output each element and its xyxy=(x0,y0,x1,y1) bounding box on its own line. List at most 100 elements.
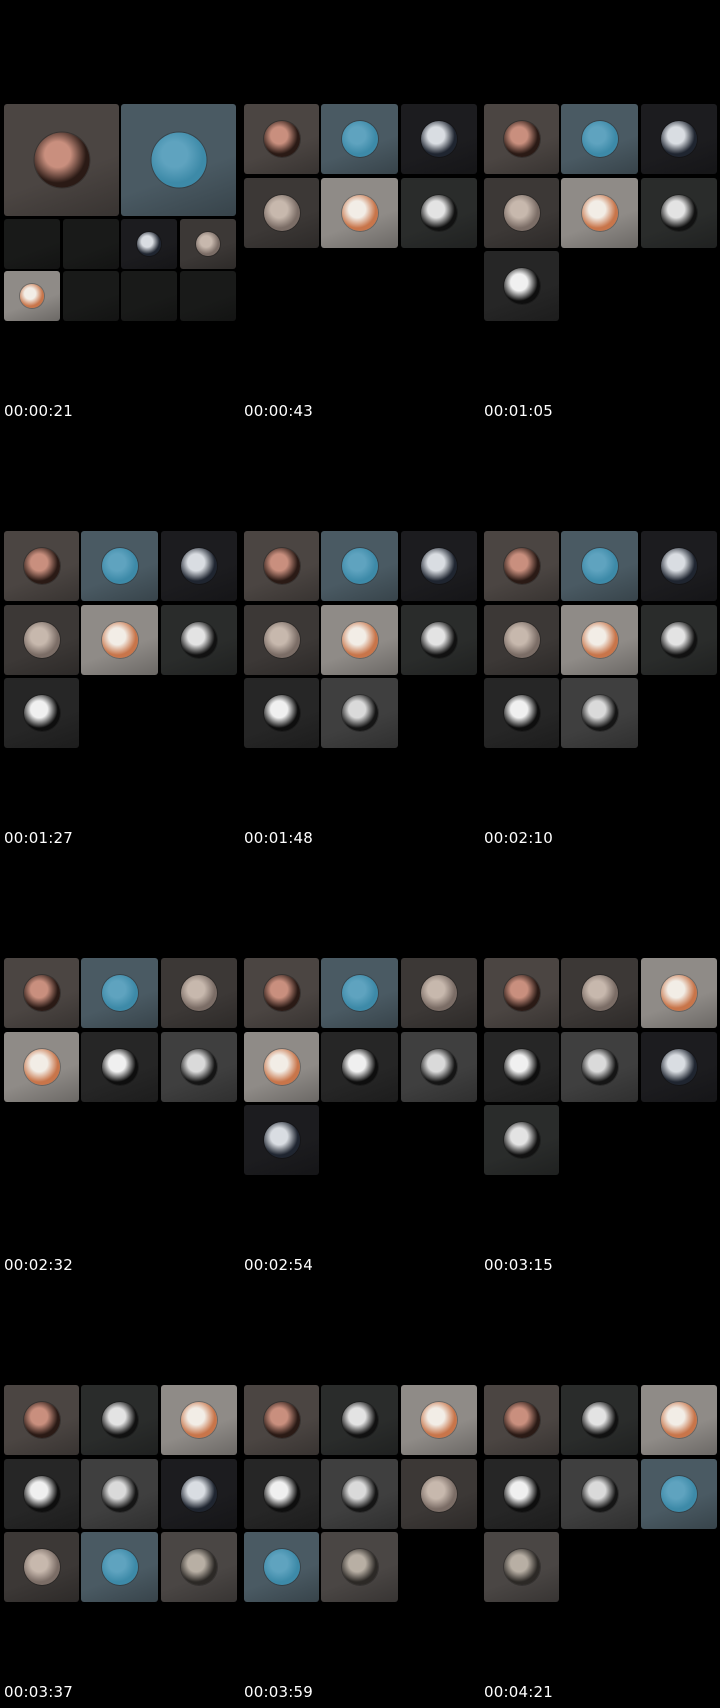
sea-avatar-icon xyxy=(341,121,378,157)
food-avatar-icon xyxy=(341,622,378,658)
participant-tile[interactable] xyxy=(81,1459,158,1529)
participant-tile[interactable] xyxy=(401,1385,477,1455)
participant-tile[interactable] xyxy=(321,178,398,248)
participant-tile[interactable] xyxy=(161,1385,237,1455)
participant-tile[interactable] xyxy=(244,104,319,174)
participant-tile[interactable] xyxy=(244,678,319,748)
arch-avatar-icon xyxy=(421,622,457,658)
participant-tile[interactable] xyxy=(401,958,477,1028)
participant-tile[interactable] xyxy=(244,605,319,675)
participant-tile[interactable] xyxy=(401,104,477,174)
participant-tile[interactable] xyxy=(244,178,319,248)
room-avatar-icon xyxy=(581,975,618,1011)
participant-tile[interactable] xyxy=(484,104,559,174)
participant-tile[interactable] xyxy=(4,271,60,321)
participant-tile[interactable] xyxy=(244,1032,319,1102)
participant-tile[interactable] xyxy=(561,1385,638,1455)
participant-tile[interactable] xyxy=(321,678,398,748)
participant-tile[interactable] xyxy=(484,958,559,1028)
participant-tile[interactable] xyxy=(244,1532,319,1602)
participant-tile[interactable] xyxy=(321,104,398,174)
participant-tile[interactable] xyxy=(161,1532,237,1602)
participant-tile[interactable] xyxy=(4,104,119,216)
participant-tile[interactable] xyxy=(401,531,477,601)
participant-tile[interactable] xyxy=(484,531,559,601)
participant-tile[interactable] xyxy=(561,104,638,174)
participant-tile[interactable] xyxy=(321,958,398,1028)
participant-tile[interactable] xyxy=(641,1032,717,1102)
participant-tile[interactable] xyxy=(484,1385,559,1455)
participant-tile[interactable] xyxy=(161,531,237,601)
participant-tile[interactable] xyxy=(81,531,158,601)
participant-tile[interactable] xyxy=(81,605,158,675)
participant-tile[interactable] xyxy=(484,605,559,675)
participant-tile[interactable] xyxy=(561,678,638,748)
participant-tile[interactable] xyxy=(4,531,79,601)
participant-tile[interactable] xyxy=(161,1032,237,1102)
participant-tile[interactable] xyxy=(321,531,398,601)
participant-tile[interactable] xyxy=(4,1032,79,1102)
participant-tile[interactable] xyxy=(484,678,559,748)
participant-tile[interactable] xyxy=(561,1459,638,1529)
participant-tile[interactable] xyxy=(81,958,158,1028)
participant-tile[interactable] xyxy=(484,178,559,248)
participant-tile[interactable] xyxy=(244,531,319,601)
room-avatar-icon xyxy=(503,622,540,658)
participant-tile[interactable] xyxy=(81,1385,158,1455)
frame-thumbnail: 00:01:48 xyxy=(240,531,477,850)
participant-tile[interactable] xyxy=(484,1105,559,1175)
participant-tile[interactable] xyxy=(180,219,236,269)
participant-tile[interactable] xyxy=(641,531,717,601)
frame-timestamp: 00:03:37 xyxy=(4,1683,73,1701)
participant-tile[interactable] xyxy=(4,605,79,675)
participant-tile[interactable] xyxy=(641,958,717,1028)
participant-tile[interactable] xyxy=(321,605,398,675)
participant-tile[interactable] xyxy=(401,1459,477,1529)
participant-tile[interactable] xyxy=(561,1032,638,1102)
participant-tile[interactable] xyxy=(161,1459,237,1529)
participant-tile[interactable] xyxy=(4,1385,79,1455)
participant-tile[interactable] xyxy=(121,104,236,216)
food-avatar-icon xyxy=(661,1402,697,1438)
participant-tile[interactable] xyxy=(641,1385,717,1455)
frame-timestamp: 00:04:21 xyxy=(484,1683,553,1701)
frame-timestamp: 00:02:32 xyxy=(4,1256,73,1274)
room-avatar-icon xyxy=(181,975,217,1011)
swirl-avatar-icon xyxy=(263,695,300,731)
participant-tile[interactable] xyxy=(4,1459,79,1529)
participant-tile[interactable] xyxy=(321,1459,398,1529)
participant-tile[interactable] xyxy=(484,1032,559,1102)
participant-tile[interactable] xyxy=(484,251,559,321)
participant-tile[interactable] xyxy=(641,178,717,248)
participant-tile[interactable] xyxy=(244,958,319,1028)
participant-tile[interactable] xyxy=(561,605,638,675)
participant-tile[interactable] xyxy=(321,1032,398,1102)
participant-tile[interactable] xyxy=(321,1532,398,1602)
participant-tile[interactable] xyxy=(401,1032,477,1102)
participant-tile[interactable] xyxy=(401,178,477,248)
participant-tile[interactable] xyxy=(401,605,477,675)
swirl-avatar-icon xyxy=(503,268,540,304)
participant-tile[interactable] xyxy=(81,1532,158,1602)
participant-tile[interactable] xyxy=(4,958,79,1028)
participant-tile[interactable] xyxy=(121,219,177,269)
pattern-avatar-icon xyxy=(581,1049,618,1085)
participant-tile[interactable] xyxy=(484,1459,559,1529)
participant-tile[interactable] xyxy=(4,678,79,748)
food-avatar-icon xyxy=(263,1049,300,1085)
participant-tile[interactable] xyxy=(244,1385,319,1455)
participant-tile[interactable] xyxy=(561,958,638,1028)
participant-tile[interactable] xyxy=(484,1532,559,1602)
participant-tile[interactable] xyxy=(641,1459,717,1529)
participant-tile[interactable] xyxy=(561,531,638,601)
participant-tile[interactable] xyxy=(561,178,638,248)
participant-tile[interactable] xyxy=(321,1385,398,1455)
participant-tile[interactable] xyxy=(641,104,717,174)
participant-tile[interactable] xyxy=(244,1105,319,1175)
participant-tile[interactable] xyxy=(161,958,237,1028)
participant-tile[interactable] xyxy=(161,605,237,675)
participant-tile[interactable] xyxy=(641,605,717,675)
participant-tile[interactable] xyxy=(81,1032,158,1102)
participant-tile[interactable] xyxy=(4,1532,79,1602)
participant-tile[interactable] xyxy=(244,1459,319,1529)
